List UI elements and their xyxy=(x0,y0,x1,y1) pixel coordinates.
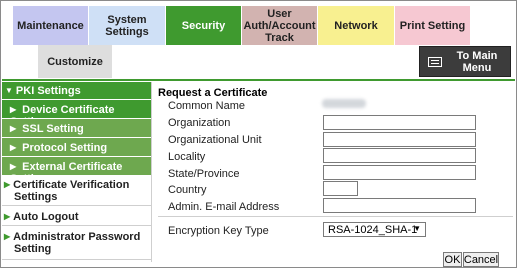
triangle-right-icon: ▶ xyxy=(4,212,11,221)
triangle-right-icon: ▶ xyxy=(10,124,17,133)
tab-customize-label: Customize xyxy=(47,55,103,68)
tab-user-auth-account-track[interactable]: User Auth/Account Track xyxy=(242,6,318,45)
triangle-right-icon: ▶ xyxy=(10,105,17,114)
admin-email-label: Admin. E-mail Address xyxy=(168,201,280,213)
organization-field[interactable] xyxy=(323,115,476,130)
encryption-key-type-value: RSA-1024_SHA-1 xyxy=(328,224,418,236)
country-field[interactable] xyxy=(323,181,358,196)
locality-field[interactable] xyxy=(323,148,476,163)
tab-network[interactable]: Network xyxy=(318,6,395,45)
tab-maintenance[interactable]: Maintenance xyxy=(13,6,89,45)
cancel-button-label: Cancel xyxy=(463,253,499,266)
to-main-menu-label-line2: Menu xyxy=(462,61,492,74)
page-title: Request a Certificate xyxy=(158,87,268,99)
sidebar-item-cert-verif-label-line1: Certificate Verification xyxy=(13,179,130,191)
triangle-right-icon: ▶ xyxy=(10,143,17,152)
encryption-key-type-select[interactable]: RSA-1024_SHA-1 ▼ xyxy=(323,222,426,237)
sidebar-item-external-certificate[interactable]: ▶External Certificate Setting xyxy=(2,156,151,185)
triangle-down-icon: ▼ xyxy=(5,86,13,95)
organization-label: Organization xyxy=(168,117,231,129)
sidebar-item-auto-logout[interactable]: ▶ Auto Logout xyxy=(2,206,151,226)
tab-maintenance-label: Maintenance xyxy=(17,19,84,32)
tab-user-label-line3: Track xyxy=(265,31,294,44)
admin-email-field[interactable] xyxy=(323,198,476,213)
state-province-label: State/Province xyxy=(168,168,240,180)
to-main-menu-button[interactable]: To Main Menu xyxy=(419,46,511,77)
sidebar-item-cert-verif-label-line2: Settings xyxy=(14,191,58,203)
common-name-label: Common Name xyxy=(168,100,246,112)
sidebar-divider xyxy=(151,82,152,262)
sidebar-item-pki-settings[interactable]: ▼ PKI Settings xyxy=(2,82,151,99)
organizational-unit-label: Organizational Unit xyxy=(168,134,262,146)
sidebar-item-protocol-label: Protocol Setting xyxy=(22,142,108,154)
sidebar-item-auto-logout-label: Auto Logout xyxy=(13,211,79,223)
sidebar-item-protocol[interactable]: ▶ Protocol Setting xyxy=(2,137,151,156)
tab-security-label: Security xyxy=(181,19,226,32)
to-main-menu-label-line1: To Main xyxy=(456,49,498,62)
sidebar-item-device-certificate[interactable]: ▶Device Certificate Setting xyxy=(2,99,151,128)
tab-user-label-line2: Auth/Account xyxy=(243,19,316,32)
sidebar: ▼PKI Settings ▶Device Certificate Settin… xyxy=(2,82,151,262)
ok-button-label: OK xyxy=(444,253,461,266)
locality-label: Locality xyxy=(168,151,206,163)
tab-security[interactable]: Security xyxy=(166,6,242,45)
sidebar-item-admin-pw-label-line2: Setting xyxy=(14,243,52,255)
tab-network-label: Network xyxy=(334,19,378,32)
tab-print-setting-label: Print Setting xyxy=(399,19,466,32)
tab-system-settings[interactable]: System Settings xyxy=(89,6,166,45)
sidebar-item-administrator-password[interactable]: ▶ Administrator Password Setting xyxy=(2,226,151,260)
organizational-unit-field[interactable] xyxy=(323,132,476,147)
sidebar-item-admin-pw-label-line1: Administrator Password xyxy=(13,231,141,243)
main-menu-icon xyxy=(428,56,442,67)
common-name-value-redacted xyxy=(322,99,366,108)
triangle-down-icon: ▼ xyxy=(413,224,421,233)
form-separator xyxy=(158,216,513,217)
tab-divider xyxy=(2,79,515,81)
triangle-right-icon: ▶ xyxy=(4,180,11,189)
cancel-button[interactable]: Cancel xyxy=(463,252,499,267)
encryption-key-type-label: Encryption Key Type xyxy=(168,225,269,237)
sidebar-item-certificate-verification[interactable]: ▶ Certificate Verification Settings xyxy=(2,176,151,206)
tab-user-label-line1: User xyxy=(267,7,292,20)
tab-customize[interactable]: Customize xyxy=(38,45,113,78)
country-label: Country xyxy=(168,184,207,196)
tab-print-setting[interactable]: Print Setting xyxy=(395,6,471,45)
ok-button[interactable]: OK xyxy=(443,252,462,267)
state-province-field[interactable] xyxy=(323,165,476,180)
triangle-right-icon: ▶ xyxy=(10,162,17,171)
sidebar-item-ssl-label: SSL Setting xyxy=(22,123,84,135)
triangle-right-icon: ▶ xyxy=(4,232,11,241)
sidebar-item-ssl[interactable]: ▶ SSL Setting xyxy=(2,118,151,137)
sidebar-item-pki-label: PKI Settings xyxy=(15,85,81,97)
tab-system-settings-label: System Settings xyxy=(105,13,149,38)
